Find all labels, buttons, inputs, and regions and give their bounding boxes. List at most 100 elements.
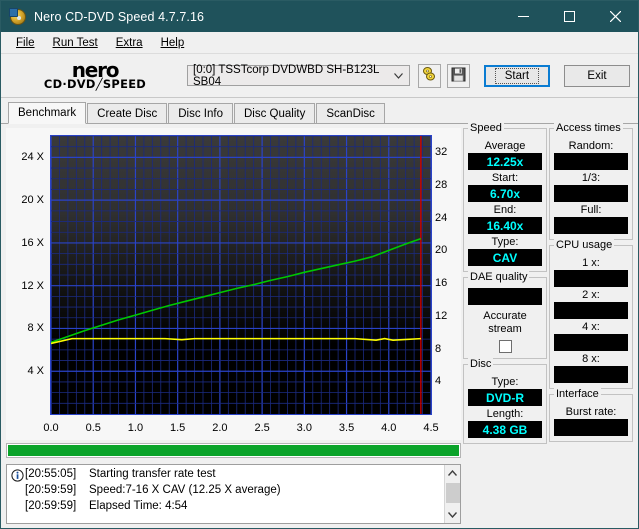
dae-quality-panel-legend: DAE quality <box>468 271 530 283</box>
disc-length-label: Length: <box>486 408 524 420</box>
start-button-label: Start <box>494 67 540 84</box>
speed-end-label: End: <box>493 204 517 216</box>
tab-scandisc-label: ScanDisc <box>326 107 375 120</box>
nero-cd-dvd-speed-window: Nero CD-DVD Speed 4.7.7.16 File Run Test… <box>0 0 639 529</box>
log-timestamp: [20:55:05] <box>25 468 77 480</box>
speed-panel: Speed Average 12.25x Start: 6.70x End: 1… <box>463 122 547 272</box>
cpu-usage-panel: CPU usage 1 x: 2 x: 4 x: 8 x: <box>549 239 633 389</box>
cpu-4x-value <box>554 334 628 351</box>
tab-disc-info[interactable]: Disc Info <box>168 103 233 123</box>
interface-panel: Interface Burst rate: <box>549 388 633 442</box>
disc-tool-icon <box>421 66 437 85</box>
speed-type-value: CAV <box>468 249 542 266</box>
exit-button[interactable]: Exit <box>564 64 630 87</box>
content-area: 4 X 8 X 12 X 16 X 20 X 24 X 4 8 12 16 20 24 28 32 0.… <box>1 122 638 529</box>
dae-quality-panel: DAE quality Accurate stream <box>463 271 547 359</box>
y-axis-right-tick: 20 <box>435 244 448 257</box>
menu-item-file[interactable]: File <box>7 35 44 51</box>
menu-help-label: Help <box>160 36 185 49</box>
logo-sub-right: SPEED <box>102 78 147 92</box>
window-title: Nero CD-DVD Speed 4.7.7.16 <box>34 9 205 24</box>
exit-button-label: Exit <box>587 69 607 82</box>
accurate-stream-checkbox[interactable] <box>498 340 512 353</box>
access-third-label: 1/3: <box>581 172 601 184</box>
y-axis-left-tick: 4 X <box>27 365 44 378</box>
minimize-icon[interactable] <box>500 1 546 32</box>
disc-panel: Disc Type: DVD-R Length: 4.38 GB <box>463 358 547 444</box>
chart-y-axis-right: 4 8 12 16 20 24 28 32 <box>435 128 463 422</box>
access-times-panel-legend: Access times <box>554 122 623 134</box>
left-column: 4 X 8 X 12 X 16 X 20 X 24 X 4 8 12 16 20 24 28 32 0.… <box>6 128 461 524</box>
drive-select[interactable]: [0:0] TSSTcorp DVDWBD SH-B123L SB04 <box>187 63 410 88</box>
panel-column-2: Access times Random: 1/3: Full: CPU usag… <box>549 122 633 524</box>
tab-disc-info-label: Disc Info <box>178 107 223 120</box>
log-scrollbar[interactable] <box>444 465 460 523</box>
window-controls <box>500 1 638 32</box>
log-timestamp: [20:59:59] <box>25 500 77 512</box>
chart-y-axis-left: 4 X 8 X 12 X 16 X 20 X 24 X <box>6 128 48 422</box>
disc-type-label: Type: <box>491 376 519 388</box>
maximize-icon[interactable] <box>546 1 592 32</box>
speed-start-value: 6.70x <box>468 185 542 202</box>
speed-average-value: 12.25x <box>468 153 542 170</box>
benchmark-chart: 4 X 8 X 12 X 16 X 20 X 24 X 4 8 12 16 20 24 28 32 0.… <box>6 128 461 440</box>
access-third-value <box>554 185 628 202</box>
accurate-stream-label-line1: Accurate <box>483 310 527 322</box>
info-icon <box>11 469 24 482</box>
cpu-2x-value <box>554 302 628 319</box>
cpu-8x-label: 8 x: <box>582 353 600 365</box>
chevron-down-icon[interactable] <box>445 507 461 523</box>
drive-select-value: [0:0] TSSTcorp DVDWBD SH-B123L SB04 <box>193 63 379 88</box>
y-axis-left-tick: 16 X <box>21 236 44 249</box>
disc-tool-icon-button[interactable] <box>417 63 441 88</box>
start-button[interactable]: Start <box>483 64 550 87</box>
tab-disc-quality-label: Disc Quality <box>244 107 306 120</box>
y-axis-right-tick: 28 <box>435 179 448 192</box>
logo-slash-icon: ╱ <box>95 78 103 92</box>
log-message: Speed:7-16 X CAV (12.25 X average) <box>89 484 281 496</box>
access-random-label: Random: <box>568 140 614 152</box>
menu-item-extra[interactable]: Extra <box>107 35 152 51</box>
tab-scandisc[interactable]: ScanDisc <box>316 103 385 123</box>
log-row: [20:55:05] Starting transfer rate test <box>11 468 444 484</box>
chevron-up-icon[interactable] <box>445 465 461 481</box>
tab-create-disc-label: Create Disc <box>97 107 158 120</box>
x-axis-tick: 0.0 <box>43 422 59 434</box>
nero-logo: nero CD·DVD╱SPEED <box>19 60 171 90</box>
log-row: [20:59:59] Elapsed Time: 4:54 <box>11 500 444 516</box>
speed-panel-legend: Speed <box>468 122 504 134</box>
cpu-usage-panel-legend: CPU usage <box>554 239 615 251</box>
logo-sub-left: CD·DVD <box>43 78 96 92</box>
disc-type-value: DVD-R <box>468 389 542 406</box>
scrollbar-thumb[interactable] <box>445 483 460 503</box>
disc-panel-legend: Disc <box>468 358 494 370</box>
menu-bar: File Run Test Extra Help <box>1 32 638 54</box>
title-bar: Nero CD-DVD Speed 4.7.7.16 <box>1 1 638 32</box>
speed-start-label: Start: <box>491 172 519 184</box>
logo-nero-text: nero <box>71 58 120 83</box>
cpu-8x-value <box>554 366 628 383</box>
panel-column-1: Speed Average 12.25x Start: 6.70x End: 1… <box>463 122 547 524</box>
x-axis-tick: 4.0 <box>381 422 397 434</box>
menu-item-help[interactable]: Help <box>152 35 194 51</box>
cpu-1x-label: 1 x: <box>582 257 600 269</box>
close-icon[interactable] <box>592 1 638 32</box>
cpu-2x-label: 2 x: <box>582 289 600 301</box>
log-panel: [20:55:05] Starting transfer rate test [… <box>6 464 461 524</box>
log-timestamp: [20:59:59] <box>25 484 77 496</box>
menu-item-run-test[interactable]: Run Test <box>44 35 107 51</box>
menu-run-test-label: Run Test <box>52 36 98 49</box>
tab-disc-quality[interactable]: Disc Quality <box>234 103 316 123</box>
access-random-value <box>554 153 628 170</box>
y-axis-left-tick: 12 X <box>21 279 44 292</box>
dae-quality-value <box>468 288 542 305</box>
tab-create-disc[interactable]: Create Disc <box>87 103 168 123</box>
tab-benchmark[interactable]: Benchmark <box>8 102 87 124</box>
save-button[interactable] <box>446 63 470 88</box>
menu-file-label: File <box>16 36 35 49</box>
tab-benchmark-label: Benchmark <box>18 107 77 119</box>
chart-plot-area <box>50 135 432 415</box>
chevron-down-icon[interactable] <box>389 66 409 85</box>
x-axis-tick: 3.0 <box>296 422 312 434</box>
access-full-label: Full: <box>580 204 602 216</box>
